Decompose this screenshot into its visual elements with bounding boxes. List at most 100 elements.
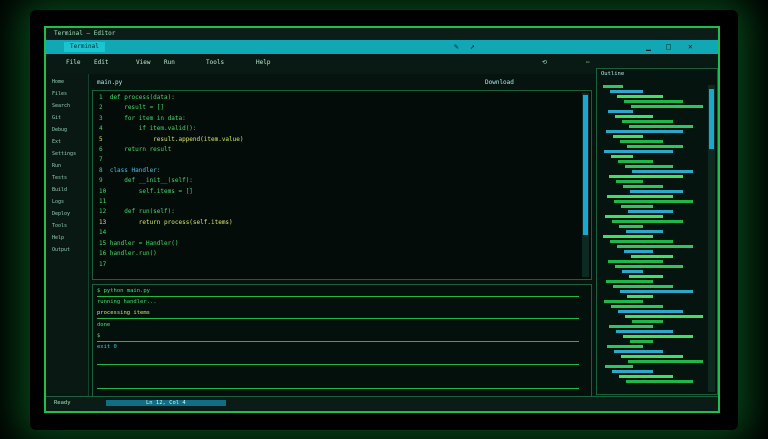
terminal-line bbox=[97, 355, 579, 365]
outline-row bbox=[627, 145, 683, 148]
outline-row bbox=[626, 380, 693, 383]
outline-row bbox=[624, 100, 683, 103]
outline-row bbox=[612, 370, 653, 373]
outline-row bbox=[606, 130, 683, 133]
outline-row bbox=[610, 240, 673, 243]
outline-row bbox=[603, 235, 653, 238]
status-left: Ready bbox=[54, 400, 71, 406]
outline-row bbox=[622, 270, 643, 273]
arrow-icon[interactable]: ↗ bbox=[470, 41, 475, 53]
outline-row bbox=[607, 345, 643, 348]
outline-row bbox=[611, 305, 663, 308]
more-icon[interactable]: ⋯ bbox=[586, 59, 590, 66]
outline-row bbox=[628, 360, 703, 363]
outline-scrollbar[interactable] bbox=[708, 85, 715, 392]
menu-file[interactable]: File bbox=[66, 59, 80, 66]
terminal-line: $ python main.py bbox=[97, 287, 579, 297]
terminal-line: processing items bbox=[97, 309, 579, 319]
sidebar-item-logs[interactable]: Logs bbox=[52, 198, 64, 206]
outline-row bbox=[619, 225, 643, 228]
sidebar-item-run[interactable]: Run bbox=[52, 162, 61, 170]
pen-icon[interactable]: ✎ bbox=[454, 41, 459, 53]
outline-title: Outline bbox=[601, 71, 625, 77]
menu-view[interactable]: View bbox=[136, 59, 150, 66]
sidebar-item-git[interactable]: Git bbox=[52, 114, 61, 122]
outline-row bbox=[613, 135, 643, 138]
outline-row bbox=[620, 290, 693, 293]
outline-row bbox=[616, 330, 673, 333]
editor-scrollbar[interactable] bbox=[582, 93, 589, 277]
outline-row bbox=[631, 255, 673, 258]
outline-row bbox=[630, 190, 683, 193]
tab-terminal[interactable]: Terminal bbox=[64, 42, 105, 52]
window-title: Terminal — Editor bbox=[54, 30, 116, 37]
outline-row bbox=[603, 85, 623, 88]
outline-row bbox=[620, 140, 663, 143]
outline-panel: Outline bbox=[596, 68, 718, 395]
outline-row bbox=[621, 355, 683, 358]
menu-help[interactable]: Help bbox=[256, 59, 270, 66]
outline-row bbox=[608, 260, 663, 263]
editor-scroll-thumb[interactable] bbox=[583, 95, 588, 235]
sidebar-item-ext[interactable]: Ext bbox=[52, 138, 61, 146]
tab-bar: Terminal ✎ ↗ ▁ □ ✕ bbox=[46, 40, 718, 54]
editor-header: main.py Download bbox=[93, 77, 591, 91]
maximize-icon[interactable]: □ bbox=[666, 41, 671, 53]
terminal-line: running handler... bbox=[97, 299, 157, 305]
download-button[interactable]: Download bbox=[485, 79, 514, 86]
outline-row bbox=[629, 125, 693, 128]
outline-row bbox=[632, 170, 693, 173]
outline-row bbox=[609, 175, 683, 178]
outline-row bbox=[625, 165, 673, 168]
outline-row bbox=[630, 340, 653, 343]
sidebar-item-help[interactable]: Help bbox=[52, 234, 64, 242]
sidebar-item-build[interactable]: Build bbox=[52, 186, 67, 194]
outline-row bbox=[625, 315, 703, 318]
sidebar-item-home[interactable]: Home bbox=[52, 78, 64, 86]
menu-edit[interactable]: Edit bbox=[94, 59, 108, 66]
status-mid: Ln 12, Col 4 bbox=[106, 400, 226, 406]
outline-row bbox=[605, 365, 633, 368]
sidebar: Home Files Search Git Debug Ext Settings… bbox=[46, 74, 89, 397]
outline-row bbox=[610, 90, 643, 93]
terminal-panel[interactable]: $ python main.py running handler... proc… bbox=[92, 284, 592, 402]
outline-row bbox=[619, 375, 673, 378]
outline-row bbox=[623, 335, 693, 338]
sidebar-item-debug[interactable]: Debug bbox=[52, 126, 67, 134]
outline-row bbox=[604, 300, 643, 303]
sidebar-item-tests[interactable]: Tests bbox=[52, 174, 67, 182]
sidebar-item-search[interactable]: Search bbox=[52, 102, 70, 110]
app-window: Terminal — Editor Terminal ✎ ↗ ▁ □ ✕ Fil… bbox=[44, 26, 720, 413]
outline-row bbox=[614, 200, 693, 203]
sidebar-item-files[interactable]: Files bbox=[52, 90, 67, 98]
sidebar-item-deploy[interactable]: Deploy bbox=[52, 210, 70, 218]
outline-row bbox=[615, 115, 653, 118]
menu-tools[interactable]: Tools bbox=[206, 59, 224, 66]
minimize-icon[interactable]: ▁ bbox=[646, 41, 651, 53]
outline-row bbox=[605, 215, 663, 218]
outline-scroll-thumb[interactable] bbox=[709, 89, 714, 149]
outline-row bbox=[615, 265, 683, 268]
sidebar-item-output[interactable]: Output bbox=[52, 246, 70, 254]
outline-row bbox=[612, 220, 683, 223]
code-lines: 1 def process(data): 2 result = [] 3 for… bbox=[99, 94, 244, 268]
outline-row bbox=[632, 320, 663, 323]
sidebar-item-settings[interactable]: Settings bbox=[52, 150, 76, 158]
outline-row bbox=[622, 120, 673, 123]
title-bar: Terminal — Editor bbox=[46, 28, 718, 40]
outline-row bbox=[618, 310, 683, 313]
terminal-line bbox=[97, 379, 579, 389]
sidebar-item-tools[interactable]: Tools bbox=[52, 222, 67, 230]
menu-run[interactable]: Run bbox=[164, 59, 175, 66]
outline-row bbox=[628, 210, 673, 213]
outline-row bbox=[611, 155, 633, 158]
outline-row bbox=[613, 285, 673, 288]
outline-row bbox=[621, 205, 653, 208]
back-icon[interactable]: ⟲ bbox=[542, 59, 547, 66]
terminal-line: $ bbox=[97, 332, 579, 342]
outline-row bbox=[609, 325, 653, 328]
outline-row bbox=[606, 280, 653, 283]
code-editor[interactable]: main.py Download 1 def process(data): 2 … bbox=[92, 79, 592, 280]
close-icon[interactable]: ✕ bbox=[688, 41, 693, 53]
